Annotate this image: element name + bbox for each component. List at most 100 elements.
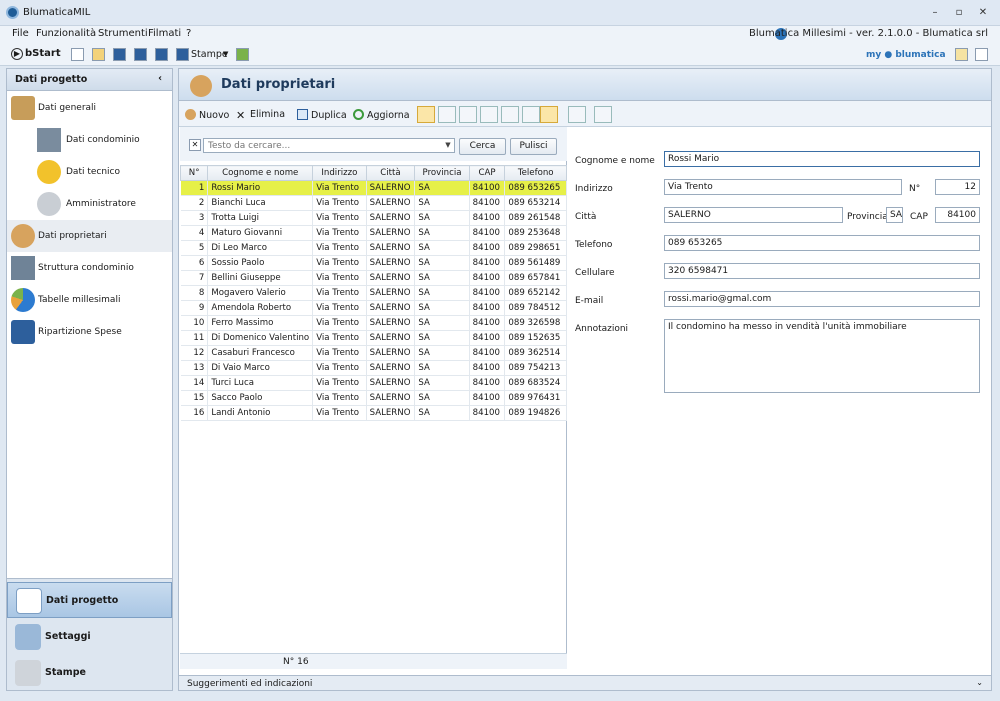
column-header-cap[interactable]: CAP: [468, 165, 506, 181]
column-header-telefono[interactable]: Telefono: [504, 165, 567, 181]
close-button[interactable]: ✕: [976, 6, 990, 20]
cognome-field[interactable]: Rossi Mario: [664, 151, 980, 167]
menu-filmati[interactable]: Filmati: [148, 28, 181, 39]
table-cell: 089 976431: [504, 390, 567, 406]
save-as-icon[interactable]: [155, 48, 168, 61]
export-icon[interactable]: [236, 48, 249, 61]
page-title: Dati proprietari: [221, 77, 336, 92]
cap-field[interactable]: 84100: [935, 207, 980, 223]
nuovo-button[interactable]: Nuovo: [185, 109, 229, 121]
table-row[interactable]: 10 Ferro Massimo Via Trento SALERNO SA 84100 0…: [180, 315, 567, 331]
table-cell: Via Trento: [312, 210, 367, 226]
nav-settaggi[interactable]: Settaggi: [7, 619, 172, 655]
menu-file[interactable]: File: [12, 28, 29, 39]
export-icon[interactable]: [568, 106, 586, 123]
search-dropdown-icon[interactable]: ▼: [442, 139, 454, 152]
table-cell: 089 754213: [504, 360, 567, 376]
column-header-indirizzo[interactable]: Indirizzo: [312, 165, 367, 181]
search-input[interactable]: [203, 138, 455, 153]
table-row[interactable]: 8 Mogavero Valerio Via Trento SALERNO SA 8410…: [180, 285, 567, 301]
citta-field[interactable]: SALERNO: [664, 207, 843, 223]
open-folder-icon[interactable]: [92, 48, 105, 61]
column-header-citta[interactable]: Città: [365, 165, 416, 181]
table-row[interactable]: 5 Di Leo Marco Via Trento SALERNO SA 84100 089…: [180, 240, 567, 256]
elimina-button[interactable]: ✕ Elimina: [236, 109, 285, 122]
layout-icon[interactable]: [501, 106, 519, 123]
print-icon[interactable]: [594, 106, 612, 123]
table-row[interactable]: 6 Sossio Paolo Via Trento SALERNO SA 84100 089…: [180, 255, 567, 271]
filter-icon[interactable]: [438, 106, 456, 123]
menu-funzionalita[interactable]: Funzionalità: [36, 28, 96, 39]
menu-help[interactable]: ?: [186, 28, 191, 39]
table-row[interactable]: 2 Bianchi Luca Via Trento SALERNO SA 84100 089…: [180, 195, 567, 211]
save-all-icon[interactable]: [134, 48, 147, 61]
hints-bar[interactable]: Suggerimenti ed indicazioni ⌄: [178, 675, 992, 691]
grid-view-icon[interactable]: [522, 106, 540, 123]
annotazioni-field[interactable]: Il condomino ha messo in vendità l'unità…: [664, 319, 980, 393]
myblumatica-logo[interactable]: my ● blumatica: [866, 50, 946, 60]
email-field[interactable]: rossi.mario@gmal.com: [664, 291, 980, 307]
sidebar-item-dati-condominio[interactable]: Dati condominio: [7, 124, 172, 156]
table-row[interactable]: 7 Bellini Giuseppe Via Trento SALERNO SA 8410…: [180, 270, 567, 286]
table-cell: 84100: [469, 315, 506, 331]
duplica-button[interactable]: Duplica: [297, 109, 347, 121]
binoculars-toggle[interactable]: [417, 106, 435, 123]
bstart-button[interactable]: ▶ bStart: [11, 48, 61, 60]
table-row[interactable]: 9 Amendola Roberto Via Trento SALERNO SA 8410…: [180, 300, 567, 316]
table-row[interactable]: 1 Rossi Mario Via Trento SALERNO SA 84100 089 …: [180, 180, 567, 196]
owners-icon: [11, 224, 35, 248]
aggiorna-button[interactable]: Aggiorna: [353, 109, 410, 121]
columns-icon[interactable]: [480, 106, 498, 123]
indirizzo-field[interactable]: Via Trento: [664, 179, 902, 195]
column-header-numero[interactable]: N°: [179, 165, 209, 181]
sidebar-item-amministratore[interactable]: Amministratore: [7, 188, 172, 220]
table-cell: Rossi Mario: [207, 180, 314, 196]
sidebar-item-dati-tecnico[interactable]: Dati tecnico: [7, 156, 172, 188]
minimize-button[interactable]: –: [928, 6, 942, 20]
row-view-toggle[interactable]: [540, 106, 558, 123]
table-cell: 84100: [469, 210, 506, 226]
provincia-field[interactable]: SA: [886, 207, 903, 223]
table-row[interactable]: 3 Trotta Luigi Via Trento SALERNO SA 84100 089…: [180, 210, 567, 226]
nav-stampe[interactable]: Stampe: [7, 655, 172, 691]
table-row[interactable]: 12 Casaburi Francesco Via Trento SALERNO SA 8…: [180, 345, 567, 361]
table-cell: 089 653265: [504, 180, 567, 196]
table-cell: Maturo Giovanni: [207, 225, 314, 241]
nav-dati-progetto[interactable]: Dati progetto: [7, 582, 172, 618]
collapse-icon[interactable]: ‹: [158, 73, 162, 84]
pulisci-button[interactable]: Pulisci: [510, 138, 557, 155]
sort-icon[interactable]: [459, 106, 477, 123]
table-cell: Casaburi Francesco: [207, 345, 314, 361]
table-row[interactable]: 14 Turci Luca Via Trento SALERNO SA 84100 089 …: [180, 375, 567, 391]
table-cell: SA: [414, 270, 470, 286]
table-cell: 7: [180, 270, 209, 286]
clear-search-icon[interactable]: ✕: [189, 139, 201, 151]
table-cell: 10: [180, 315, 209, 331]
sidebar-item-ripartizione-spese[interactable]: Ripartizione Spese: [7, 316, 172, 348]
cerca-button[interactable]: Cerca: [459, 138, 506, 155]
column-header-provincia[interactable]: Provincia: [414, 165, 470, 181]
cellulare-field[interactable]: 320 6598471: [664, 263, 980, 279]
table-row[interactable]: 16 Landi Antonio Via Trento SALERNO SA 84100 0…: [180, 405, 567, 421]
maximize-button[interactable]: ▫: [952, 6, 966, 20]
play-icon: ▶: [11, 48, 23, 60]
chevron-down-icon[interactable]: ⌄: [976, 678, 983, 687]
sidebar-item-dati-generali[interactable]: Dati generali: [7, 92, 172, 124]
table-row[interactable]: 13 Di Vaio Marco Via Trento SALERNO SA 84100 0…: [180, 360, 567, 376]
menu-strumenti[interactable]: Strumenti: [98, 28, 148, 39]
building-icon: [37, 128, 61, 152]
sidebar-item-tabelle-millesimali[interactable]: Tabelle millesimali: [7, 284, 172, 316]
column-header-cognome[interactable]: Cognome e nome: [207, 165, 314, 181]
note-icon[interactable]: [955, 48, 968, 61]
telefono-field[interactable]: 089 653265: [664, 235, 980, 251]
help-icon[interactable]: [975, 48, 988, 61]
sidebar-item-struttura-condominio[interactable]: Struttura condominio: [7, 252, 172, 284]
table-row[interactable]: 11 Di Domenico Valentino Via Trento SALERNO…: [180, 330, 567, 346]
save-icon[interactable]: [113, 48, 126, 61]
table-row[interactable]: 15 Sacco Paolo Via Trento SALERNO SA 84100 089…: [180, 390, 567, 406]
numero-field[interactable]: 12: [935, 179, 980, 195]
sidebar-item-dati-proprietari[interactable]: Dati proprietari: [7, 220, 172, 252]
table-row[interactable]: 4 Maturo Giovanni Via Trento SALERNO SA 84100…: [180, 225, 567, 241]
table-cell: SA: [414, 225, 470, 241]
new-file-icon[interactable]: [71, 48, 84, 61]
